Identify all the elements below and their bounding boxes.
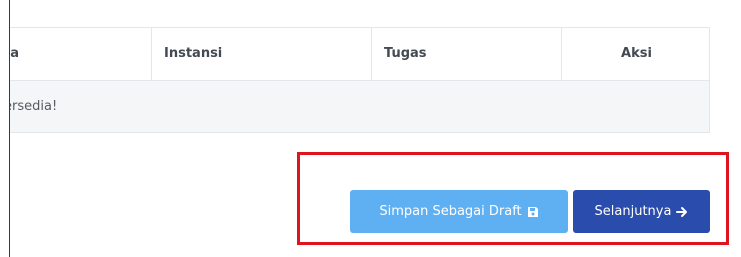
- next-button[interactable]: Selanjutnya: [573, 190, 710, 233]
- column-header-tugas: Tugas: [371, 28, 561, 80]
- column-header-aksi: Aksi: [561, 28, 709, 80]
- empty-table-message: ersedia!: [10, 99, 58, 114]
- column-header-instansi: Instansi: [151, 28, 371, 80]
- save-draft-label: Simpan Sebagai Draft: [379, 204, 522, 219]
- floppy-disk-icon: [527, 206, 538, 217]
- next-label: Selanjutnya: [594, 204, 672, 219]
- save-draft-button[interactable]: Simpan Sebagai Draft: [350, 190, 568, 233]
- data-table: na Instansi Tugas Aksi ersedia!: [10, 27, 710, 133]
- table-header: na Instansi Tugas Aksi: [10, 28, 709, 81]
- column-header-nama: na: [10, 46, 20, 61]
- table-row: ersedia!: [10, 81, 709, 132]
- arrow-right-icon: [676, 206, 688, 217]
